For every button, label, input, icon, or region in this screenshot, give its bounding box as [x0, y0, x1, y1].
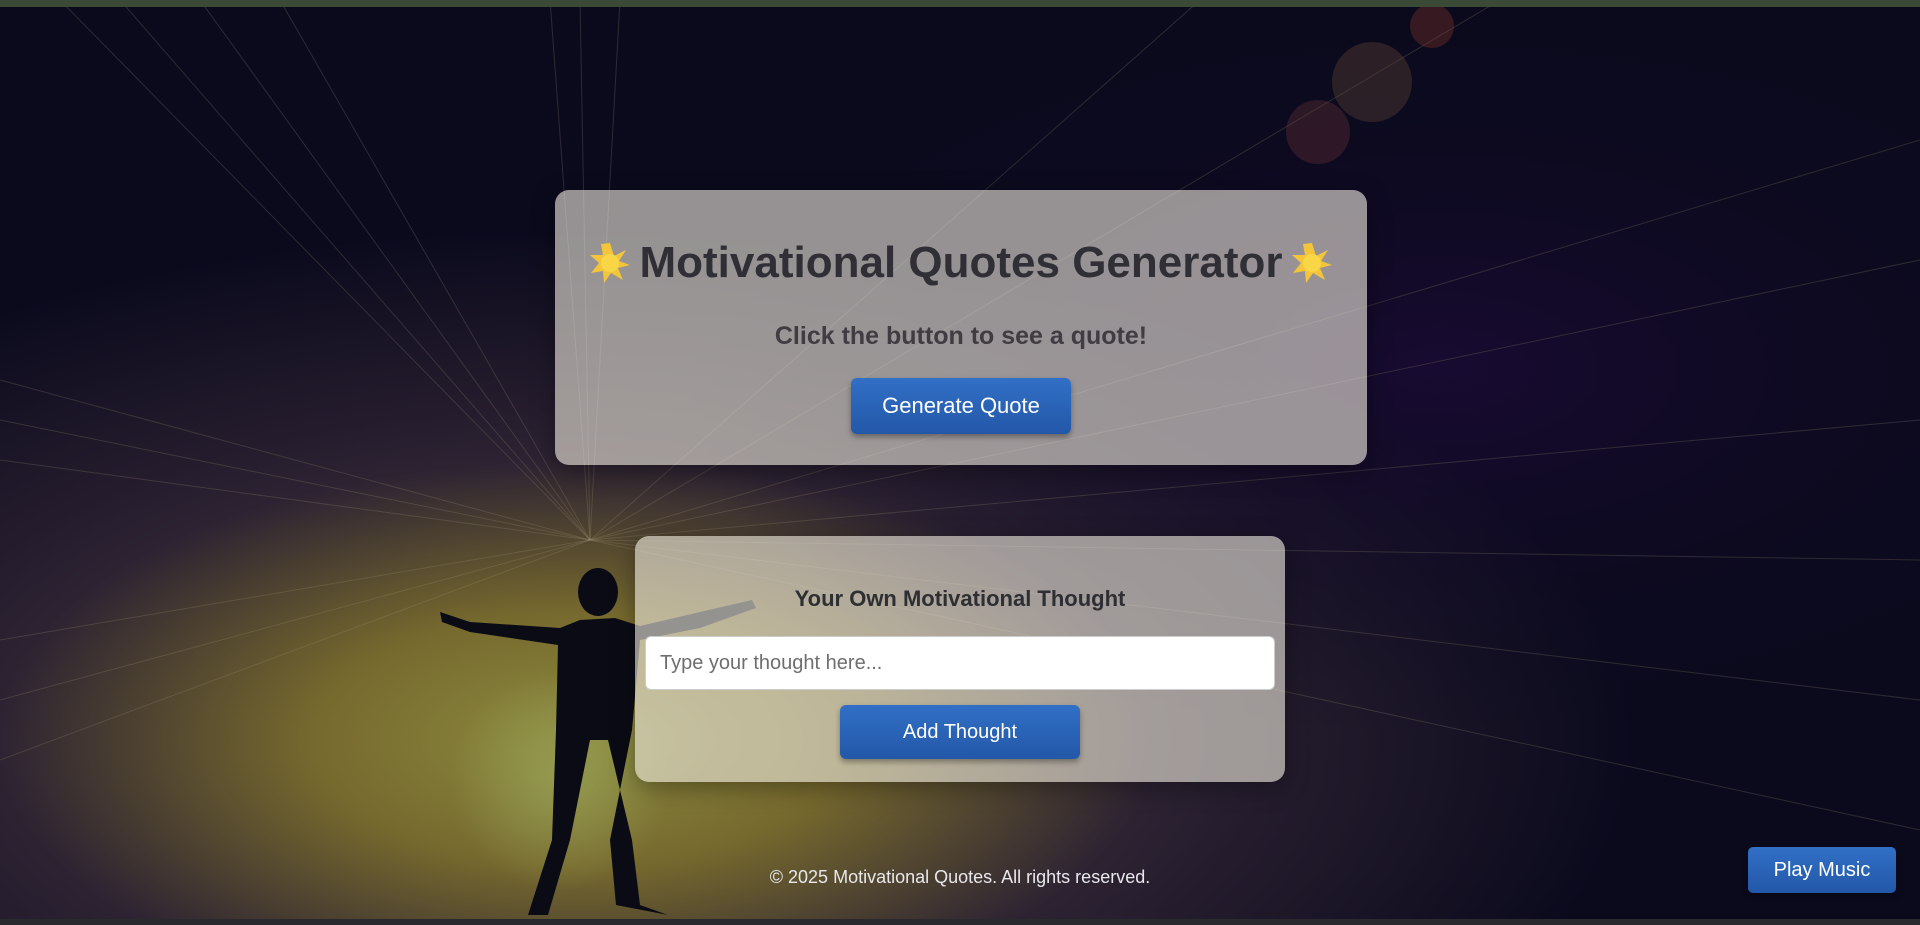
bottom-border [0, 919, 1920, 925]
star-icon [589, 243, 630, 283]
play-music-button[interactable]: Play Music [1748, 847, 1896, 893]
thought-input[interactable] [645, 636, 1275, 690]
thought-card: Your Own Motivational Thought Add Though… [635, 536, 1285, 782]
generate-quote-button[interactable]: Generate Quote [851, 378, 1071, 434]
quote-display: Click the button to see a quote! [774, 322, 1148, 350]
thought-title: Your Own Motivational Thought [794, 586, 1126, 611]
title-row: Motivational Quotes Generator [555, 238, 1367, 288]
top-border [0, 0, 1920, 7]
add-thought-button[interactable]: Add Thought [840, 705, 1080, 759]
page-title: Motivational Quotes Generator [639, 238, 1283, 287]
star-icon [1292, 243, 1333, 283]
quote-card: Motivational Quotes Generator Click the … [555, 190, 1367, 465]
footer-copyright: © 2025 Motivational Quotes. All rights r… [769, 867, 1151, 887]
